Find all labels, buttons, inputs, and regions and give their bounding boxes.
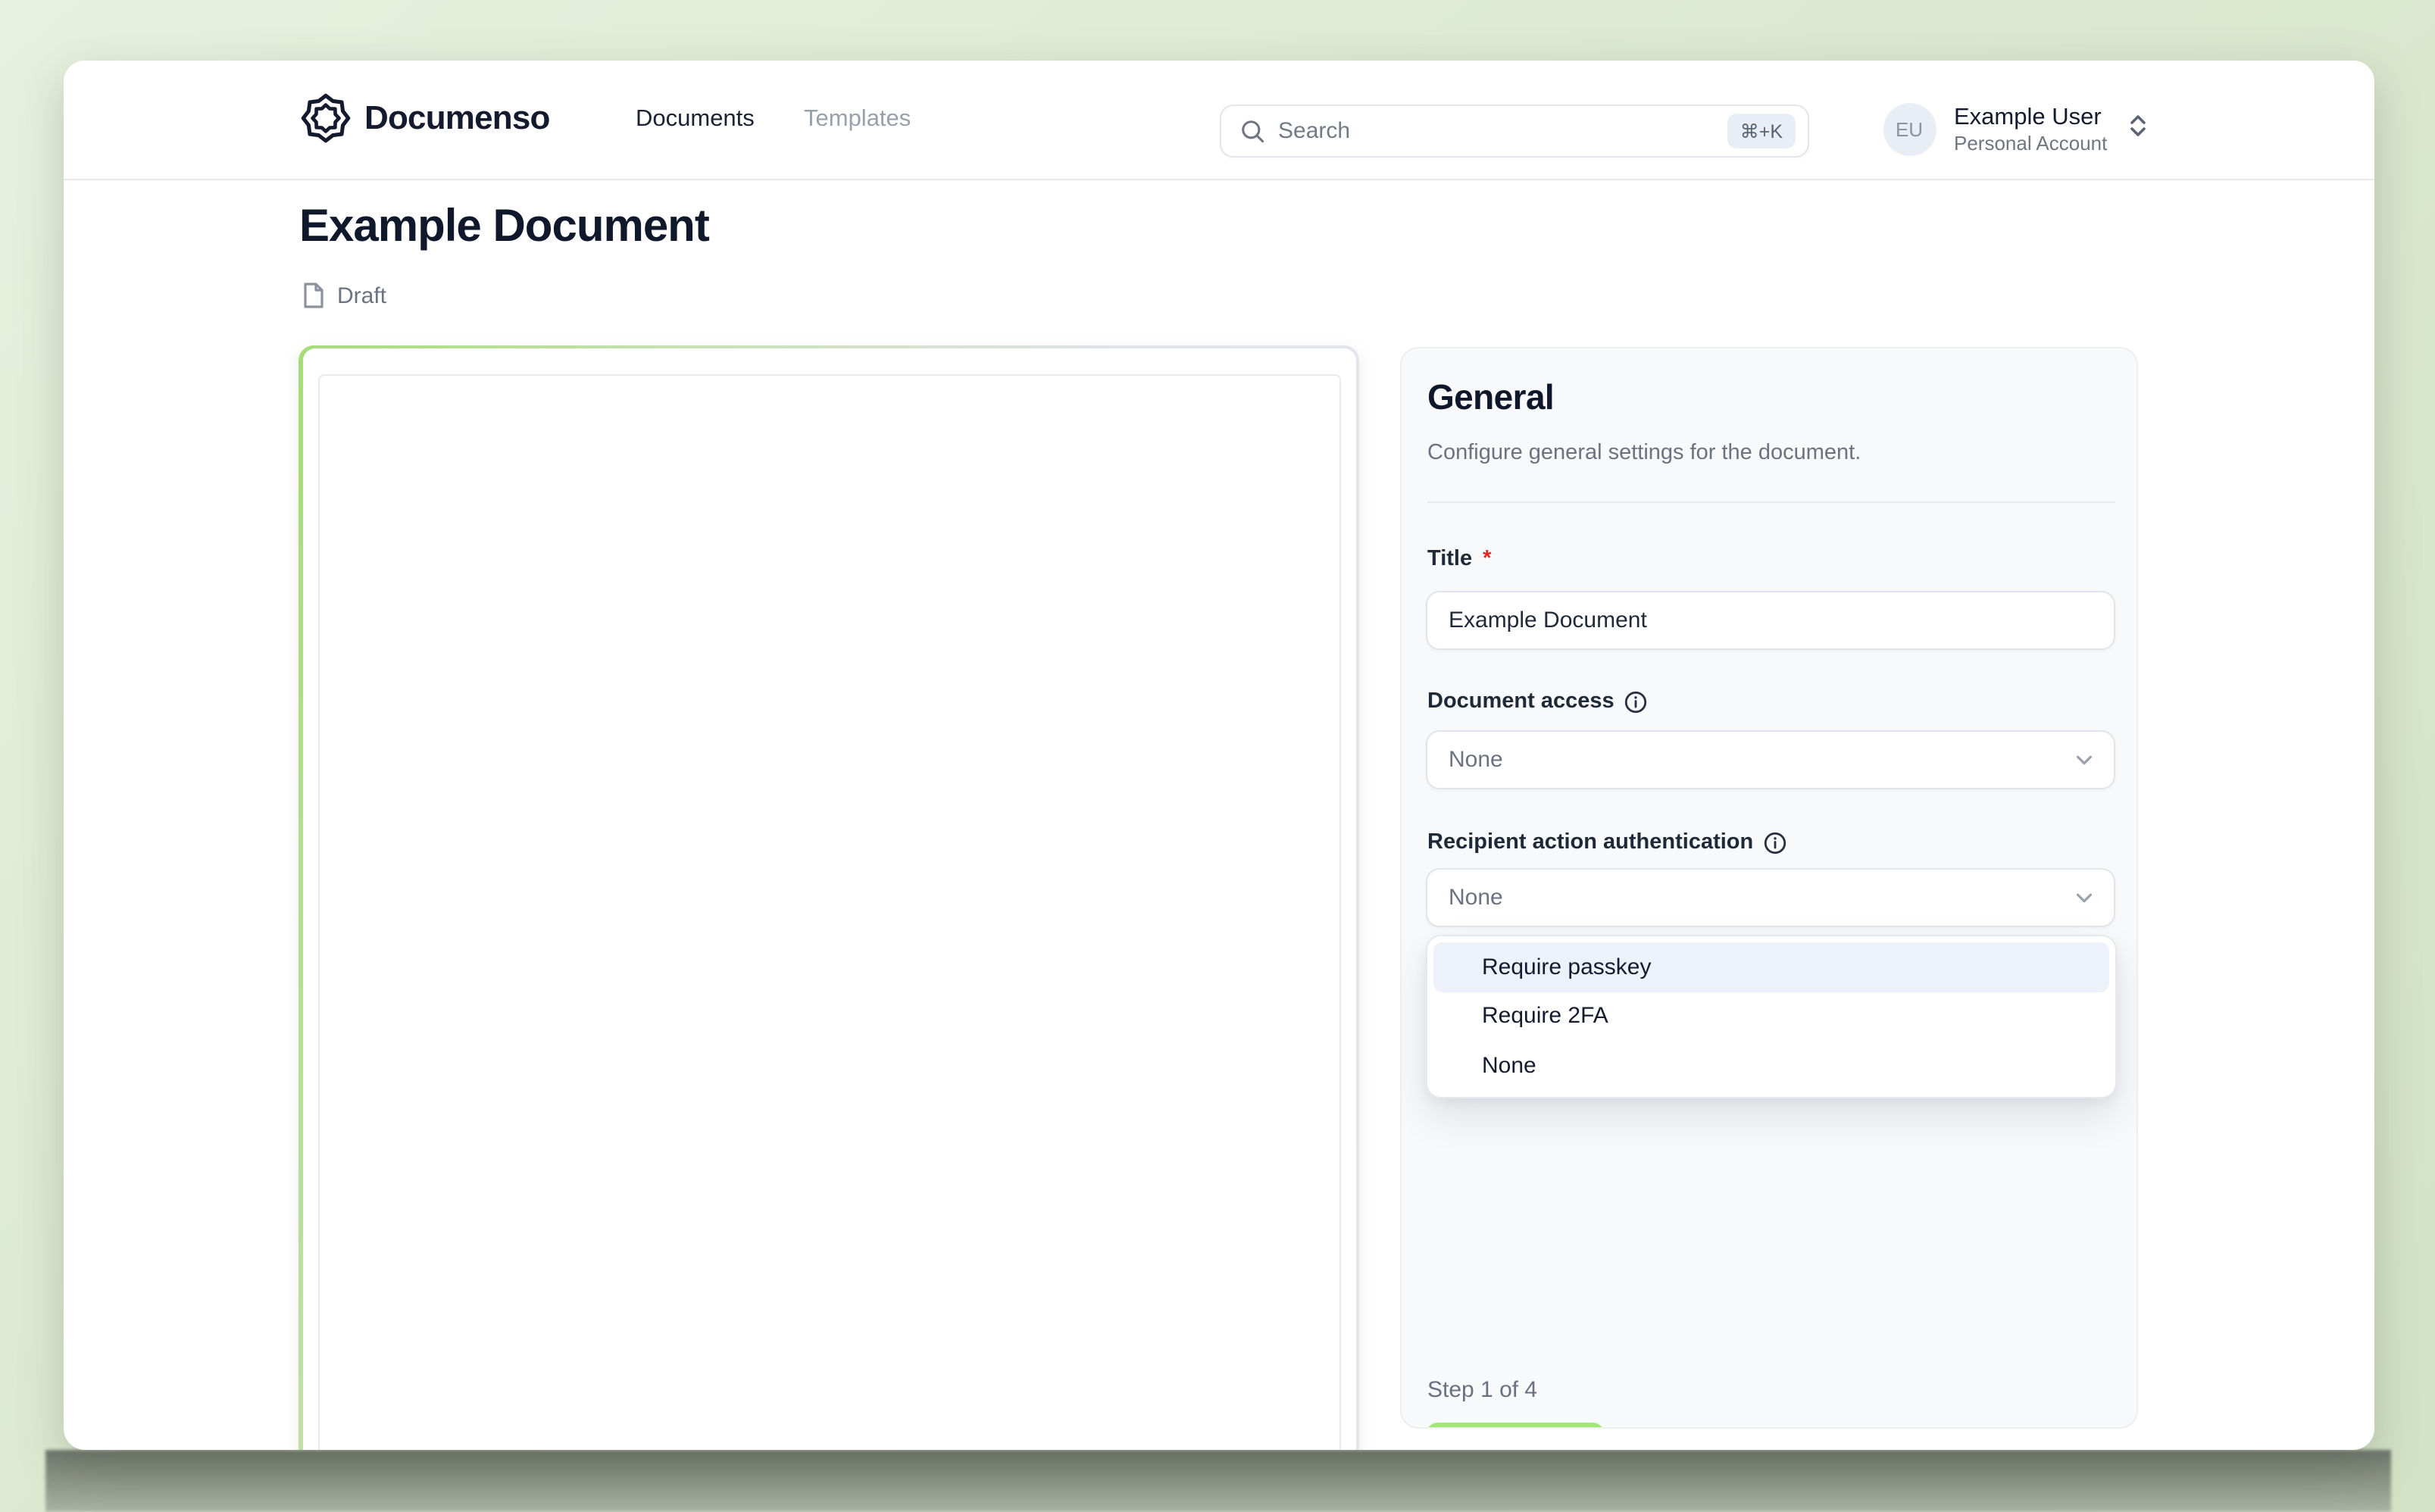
brand-logo[interactable]: Documenso: [299, 92, 550, 144]
documenso-seal-icon: [300, 93, 350, 143]
pdf-page: [317, 374, 1340, 1449]
page-title: Example Document: [299, 201, 710, 251]
info-icon[interactable]: [1625, 690, 1648, 713]
document-access-value: None: [1449, 747, 1503, 773]
search-input[interactable]: [1278, 117, 1728, 143]
recipient-auth-dropdown-menu: Require passkey Require 2FA None: [1426, 935, 2117, 1098]
brand-name: Documenso: [364, 98, 550, 136]
continue-button[interactable]: [1426, 1423, 1605, 1427]
user-name: Example User: [1954, 105, 2102, 130]
account-menu-button[interactable]: EU Example User Personal Account: [1883, 103, 2148, 156]
recipient-auth-value: None: [1449, 885, 1503, 911]
document-status: Draft: [301, 282, 386, 309]
step-indicator: Step 1 of 4: [1427, 1377, 1538, 1403]
search-bar[interactable]: ⌘+K: [1219, 104, 1808, 157]
title-field-label: Title *: [1427, 547, 1492, 571]
panel-title: General: [1427, 377, 1555, 417]
document-preview-inner: [302, 348, 1355, 1449]
nav-item-documents[interactable]: Documents: [636, 106, 755, 133]
recipient-auth-label: Recipient action authentication: [1427, 830, 1786, 854]
search-icon: [1241, 120, 1264, 142]
avatar: EU: [1883, 103, 1936, 156]
panel-description: Configure general settings for the docum…: [1427, 441, 1861, 465]
general-settings-panel: General Configure general settings for t…: [1400, 347, 2138, 1428]
window-drop-shadow: [45, 1449, 2391, 1512]
menu-item-none[interactable]: None: [1433, 1041, 2109, 1090]
chevron-down-icon: [2073, 886, 2096, 909]
page: Documenso Documents Templates ⌘+K EU Exa…: [0, 0, 2435, 1512]
required-asterisk: *: [1483, 547, 1492, 571]
search-shortcut-badge: ⌘+K: [1727, 113, 1795, 148]
title-input-wrapper: [1426, 591, 2115, 650]
document-access-label: Document access: [1427, 689, 1648, 714]
document-access-select[interactable]: None: [1426, 730, 2115, 789]
recipient-auth-select[interactable]: None: [1426, 868, 2115, 927]
status-text: Draft: [337, 283, 387, 308]
menu-item-require-passkey[interactable]: Require passkey: [1433, 942, 2109, 992]
account-type: Personal Account: [1954, 132, 2108, 155]
app-window: Documenso Documents Templates ⌘+K EU Exa…: [63, 61, 2374, 1449]
menu-item-require-2fa[interactable]: Require 2FA: [1433, 992, 2109, 1041]
nav-item-templates[interactable]: Templates: [804, 106, 911, 133]
document-preview-card: [299, 345, 1359, 1449]
draft-file-icon: [303, 283, 323, 308]
info-icon[interactable]: [1764, 831, 1786, 854]
chevron-down-icon: [2073, 748, 2096, 771]
chevron-up-down-icon: [2127, 112, 2148, 147]
divider: [1427, 501, 2115, 503]
title-input[interactable]: [1427, 592, 2114, 648]
top-navigation-bar: Documenso Documents Templates ⌘+K EU Exa…: [63, 61, 2374, 180]
